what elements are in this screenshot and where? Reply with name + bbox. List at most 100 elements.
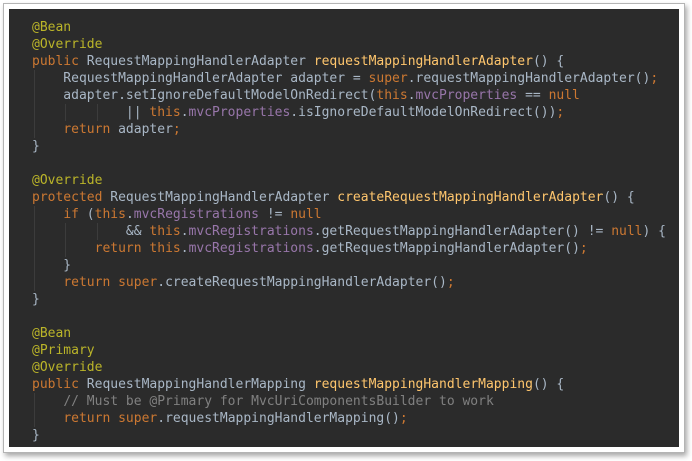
code-token: .getRequestMappingHandlerAdapter() <box>313 241 580 256</box>
indent-guide <box>34 121 35 138</box>
code-token: ) { <box>642 224 666 239</box>
code-token: .getRequestMappingHandlerAdapter() != <box>313 224 612 239</box>
code-token: . <box>180 105 189 120</box>
code-token: @Override <box>32 37 103 52</box>
code-token: } <box>32 139 40 154</box>
code-editor[interactable]: @Bean @Override public RequestMappingHandl… <box>9 9 679 447</box>
code-token: super <box>118 411 158 426</box>
code-token: . <box>180 224 189 239</box>
code-token: RequestMappingHandlerAdapter <box>78 54 314 69</box>
code-line: && this.mvcRegistrations.getRequestMappi… <box>32 223 666 240</box>
code-token: == <box>517 88 549 103</box>
code-token: ; <box>172 122 181 137</box>
code-line: protected RequestMappingHandlerAdapter c… <box>32 189 666 206</box>
code-token: . <box>407 88 416 103</box>
code-token: @Bean <box>32 326 72 341</box>
code-token: createRequestMappingHandlerAdapter <box>337 190 604 205</box>
indent-guide <box>65 223 66 240</box>
code-token: } <box>32 428 40 443</box>
code-token: this <box>376 88 408 103</box>
code-line: @Override <box>32 36 666 53</box>
code-line: } <box>32 427 666 444</box>
code-line: return super.createRequestMappingHandler… <box>32 274 666 291</box>
code-token: ( <box>78 207 95 222</box>
code-token: } <box>32 258 72 273</box>
code-token: . <box>180 241 189 256</box>
code-line: RequestMappingHandlerAdapter adapter = s… <box>32 70 666 87</box>
code-token: ; <box>556 105 565 120</box>
code-token: } <box>32 292 40 307</box>
code-token: () { <box>603 190 635 205</box>
code-token: null <box>290 207 322 222</box>
code-token: || <box>32 105 150 120</box>
code-line: // Must be @Primary for MvcUriComponents… <box>32 393 666 410</box>
code-token: @Override <box>32 360 103 375</box>
indent-guide <box>34 240 35 257</box>
code-token: ; <box>579 241 588 256</box>
code-token: this <box>149 224 181 239</box>
indent-guide <box>34 206 35 223</box>
code-token: mvcProperties <box>415 88 518 103</box>
code-token: mvcRegistrations <box>188 241 314 256</box>
code-line: return adapter; <box>32 121 666 138</box>
indent-guide <box>34 223 35 240</box>
code-token: @Bean <box>32 20 72 35</box>
code-token: // Must be @Primary for MvcUriComponents… <box>63 394 494 409</box>
indent-guide <box>34 410 35 427</box>
code-token: protected <box>32 190 103 205</box>
code-token: return <box>63 122 111 137</box>
code-line: @Override <box>32 359 666 376</box>
code-token: super <box>118 275 158 290</box>
code-token: null <box>611 224 643 239</box>
code-line: @Bean <box>32 19 666 36</box>
code-line: } <box>32 291 666 308</box>
indent-guide <box>34 104 35 121</box>
code-token: mvcRegistrations <box>188 224 314 239</box>
code-token: requestMappingHandlerMapping <box>313 377 533 392</box>
code-token: @Override <box>32 173 103 188</box>
code-token: RequestMappingHandlerMapping <box>78 377 314 392</box>
code-token: this <box>149 241 181 256</box>
indent-guide <box>34 70 35 87</box>
indent-guide <box>34 274 35 291</box>
screenshot-frame: @Bean @Override public RequestMappingHandl… <box>3 3 685 453</box>
code-token: .isIgnoreDefaultModelOnRedirect()) <box>290 105 557 120</box>
code-line: @Override <box>32 172 666 189</box>
code-token: .requestMappingHandlerAdapter() <box>407 71 651 86</box>
code-token: this <box>94 207 126 222</box>
code-token: if <box>63 207 79 222</box>
code-token: .createRequestMappingHandlerAdapter() <box>157 275 447 290</box>
code-token: public <box>32 54 79 69</box>
code-line: public RequestMappingHandlerMapping requ… <box>32 376 666 393</box>
code-token: () { <box>532 54 565 69</box>
code-token: adapter <box>110 122 173 137</box>
code-block: @Bean @Override public RequestMappingHandl… <box>32 19 666 444</box>
code-line: return super.requestMappingHandlerMappin… <box>32 410 666 427</box>
code-token: RequestMappingHandlerAdapter <box>102 190 338 205</box>
code-line: if (this.mvcRegistrations != null <box>32 206 666 223</box>
code-line: @Bean <box>32 325 666 342</box>
code-token: != <box>259 207 291 222</box>
code-token: ; <box>399 411 408 426</box>
code-token: RequestMappingHandlerAdapter adapter = <box>32 71 369 86</box>
code-line: public RequestMappingHandlerAdapter requ… <box>32 53 666 70</box>
indent-guide <box>97 104 98 121</box>
code-token: this <box>149 105 181 120</box>
code-token: ; <box>446 275 455 290</box>
code-line: } <box>32 138 666 155</box>
code-token: () { <box>532 377 565 392</box>
code-line: } <box>32 257 666 274</box>
code-token: ; <box>650 71 659 86</box>
code-token: return <box>94 241 142 256</box>
code-line: @Primary <box>32 342 666 359</box>
code-token: @Primary <box>32 343 95 358</box>
